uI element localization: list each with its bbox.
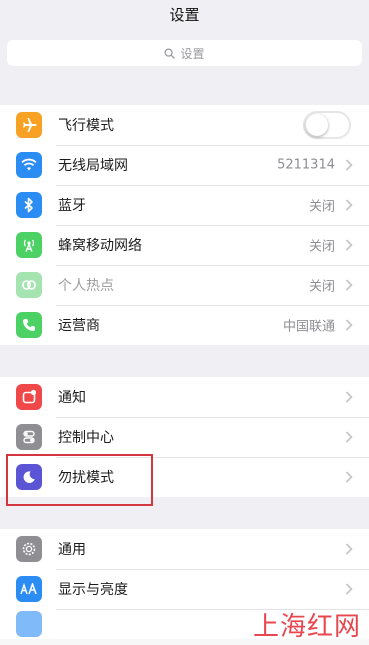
- row-bluetooth[interactable]: 蓝牙 关闭: [0, 185, 369, 225]
- chevron-right-icon: [345, 159, 353, 171]
- hotspot-label: 个人热点: [58, 278, 114, 294]
- chevron-right-icon: [345, 391, 353, 403]
- row-control-center[interactable]: 控制中心: [0, 417, 369, 457]
- row-wifi[interactable]: 无线局域网 5211314: [0, 145, 369, 185]
- row-carrier[interactable]: 运营商 中国联通: [0, 305, 369, 345]
- cellular-label: 蜂窝移动网络: [58, 238, 142, 254]
- control-center-icon: [16, 424, 42, 450]
- row-cellular[interactable]: 蜂窝移动网络 关闭: [0, 225, 369, 265]
- general-label: 通用: [58, 542, 86, 558]
- gear-icon: [16, 536, 42, 562]
- row-general[interactable]: 通用: [0, 529, 369, 569]
- row-display-brightness[interactable]: 显示与亮度: [0, 569, 369, 609]
- hotspot-icon: [16, 272, 42, 298]
- row-notifications[interactable]: 通知: [0, 377, 369, 417]
- airplane-mode-label: 飞行模式: [58, 118, 114, 134]
- airplane-icon: [16, 112, 42, 138]
- carrier-label: 运营商: [58, 318, 100, 334]
- cellular-icon: [16, 232, 42, 258]
- control-center-label: 控制中心: [58, 430, 114, 446]
- watermark: 上海红网: [252, 612, 361, 642]
- chevron-right-icon: [345, 471, 353, 483]
- display-icon: [16, 576, 42, 602]
- settings-group-connectivity: 飞行模式 无线局域网 5211314 蓝牙 关闭 蜂窝移动网络 关闭 个人热点 …: [0, 105, 369, 345]
- wifi-label: 无线局域网: [58, 158, 128, 174]
- search-icon: [164, 47, 176, 59]
- do-not-disturb-label: 勿扰模式: [58, 470, 114, 486]
- notifications-label: 通知: [58, 390, 86, 406]
- hotspot-value: 关闭: [308, 279, 335, 295]
- bluetooth-label: 蓝牙: [58, 198, 86, 214]
- nav-bar: 设置: [0, 0, 369, 34]
- row-do-not-disturb[interactable]: 勿扰模式: [0, 457, 369, 497]
- row-personal-hotspot[interactable]: 个人热点 关闭: [0, 265, 369, 305]
- chevron-right-icon: [345, 431, 353, 443]
- chevron-right-icon: [345, 583, 353, 595]
- moon-icon: [16, 464, 42, 490]
- bluetooth-icon: [16, 192, 42, 218]
- search-placeholder: 设置: [180, 46, 205, 61]
- display-brightness-label: 显示与亮度: [58, 582, 128, 598]
- airplane-mode-toggle[interactable]: [303, 111, 351, 139]
- settings-group-notifications: 通知 控制中心 勿扰模式: [0, 377, 369, 497]
- bluetooth-value: 关闭: [308, 199, 335, 215]
- chevron-right-icon: [345, 319, 353, 331]
- chevron-right-icon: [345, 199, 353, 211]
- notifications-icon: [16, 384, 42, 410]
- wifi-icon: [16, 152, 42, 178]
- partial-row-icon: [16, 611, 42, 637]
- chevron-right-icon: [345, 239, 353, 251]
- chevron-right-icon: [345, 279, 353, 291]
- row-airplane-mode[interactable]: 飞行模式: [0, 105, 369, 145]
- search-input[interactable]: 设置: [7, 40, 362, 66]
- toggle-knob: [306, 114, 328, 136]
- page-title: 设置: [169, 6, 200, 24]
- carrier-value: 中国联通: [282, 319, 335, 335]
- phone-icon: [16, 312, 42, 338]
- chevron-right-icon: [345, 543, 353, 555]
- wifi-value: 5211314: [277, 157, 335, 173]
- cellular-value: 关闭: [308, 239, 335, 255]
